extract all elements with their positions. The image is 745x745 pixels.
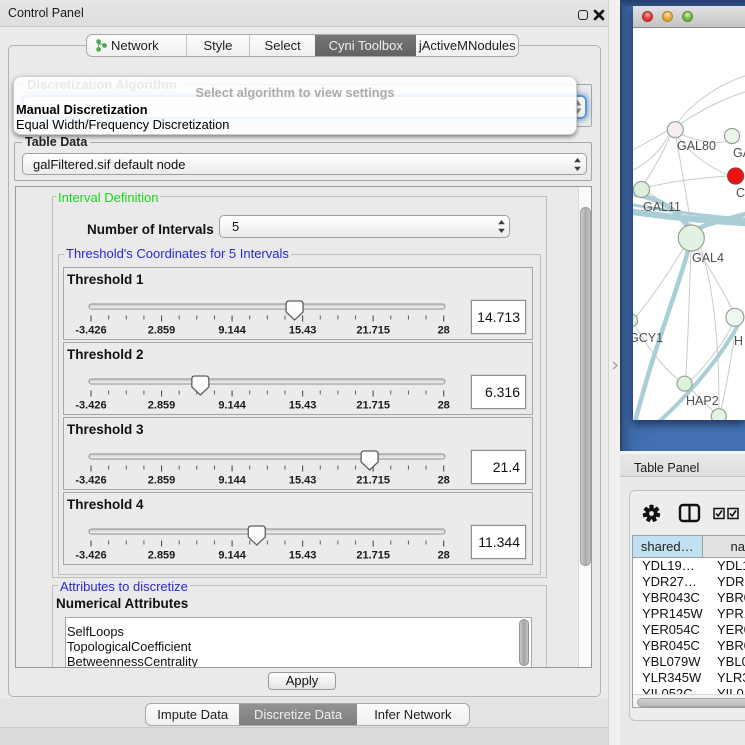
svg-text:HAP2: HAP2 bbox=[686, 394, 719, 408]
svg-text:21.715: 21.715 bbox=[356, 550, 390, 562]
svg-text:28: 28 bbox=[438, 400, 450, 412]
svg-text:15.43: 15.43 bbox=[289, 475, 317, 487]
svg-text:2.859: 2.859 bbox=[148, 325, 176, 337]
svg-text:15.43: 15.43 bbox=[289, 550, 317, 562]
svg-text:21.715: 21.715 bbox=[356, 475, 390, 487]
svg-text:9.144: 9.144 bbox=[218, 550, 246, 562]
svg-text:9.144: 9.144 bbox=[218, 475, 246, 487]
svg-text:9.144: 9.144 bbox=[218, 400, 246, 412]
svg-text:28: 28 bbox=[438, 325, 450, 337]
svg-text:C: C bbox=[736, 186, 745, 200]
svg-text:-3.426: -3.426 bbox=[75, 325, 106, 337]
svg-text:-3.426: -3.426 bbox=[75, 475, 106, 487]
svg-text:GA: GA bbox=[733, 146, 745, 160]
svg-text:GAL80: GAL80 bbox=[677, 139, 716, 153]
svg-text:9.144: 9.144 bbox=[218, 325, 246, 337]
svg-text:21.715: 21.715 bbox=[356, 325, 390, 337]
svg-text:-3.426: -3.426 bbox=[75, 550, 106, 562]
svg-text:H: H bbox=[734, 334, 743, 348]
svg-text:28: 28 bbox=[438, 550, 450, 562]
svg-text:GAL4: GAL4 bbox=[692, 251, 724, 265]
svg-text:-3.426: -3.426 bbox=[75, 400, 106, 412]
svg-text:28: 28 bbox=[438, 475, 450, 487]
svg-text:GCY1: GCY1 bbox=[633, 331, 663, 345]
svg-text:2.859: 2.859 bbox=[148, 475, 176, 487]
svg-text:15.43: 15.43 bbox=[289, 400, 317, 412]
svg-text:15.43: 15.43 bbox=[289, 325, 317, 337]
svg-text:2.859: 2.859 bbox=[148, 550, 176, 562]
svg-text:2.859: 2.859 bbox=[148, 400, 176, 412]
svg-text:GAL11: GAL11 bbox=[643, 200, 681, 214]
svg-text:21.715: 21.715 bbox=[356, 400, 390, 412]
